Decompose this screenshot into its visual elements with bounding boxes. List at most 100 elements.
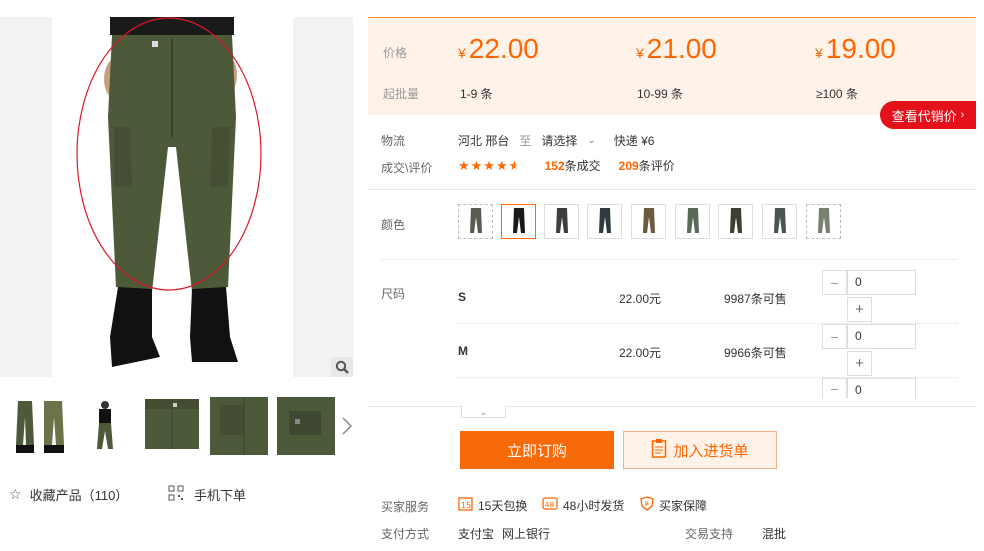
trade-support-value: 混批 [762,527,787,541]
logistics-origin: 河北 邢台 [458,134,510,148]
favorite-product-button[interactable]: ☆ 收藏产品 （110） [9,485,128,504]
calendar-icon: 15 [458,496,473,514]
chevron-right-icon: › [960,109,965,121]
service-exchange-label: 15天包换 [478,498,528,513]
rating-stars-icon: ★★★★★★ [458,157,520,173]
size-label: 尺码 [381,287,406,301]
agent-price-button[interactable]: 查看代销价 › [880,101,976,129]
chevron-right-icon[interactable] [340,414,354,438]
destination-select[interactable]: 请选择 ⌄ [541,132,595,149]
service-exchange[interactable]: 15 15天包换 [458,496,527,514]
divider [368,406,976,407]
currency-symbol: ¥ [458,45,466,61]
service-protection-label: 买家保障 [659,498,708,513]
agent-price-label: 查看代销价 [891,108,957,124]
increase-quantity-button[interactable]: + [847,297,872,322]
color-swatch-6[interactable] [675,204,710,239]
payment-alipay: 支付宝 [458,527,495,541]
color-swatch-1[interactable] [458,204,493,239]
buy-now-button[interactable]: 立即订购 [460,431,614,469]
review-suffix: 条评价 [638,159,675,173]
color-swatch-5[interactable] [631,204,666,239]
divider [368,189,976,190]
color-swatch-8[interactable] [762,204,797,239]
expand-sizes-button[interactable]: ⌄ [461,406,506,418]
currency-symbol: ¥ [815,45,823,61]
svg-text:¥: ¥ [645,500,650,508]
size-price: 22.00元 [619,346,662,360]
chevron-down-icon: ⌄ [479,406,488,417]
star-outline-icon: ☆ [9,486,22,502]
trade-support-label: 交易支持 [685,527,734,541]
decrease-quantity-button[interactable]: − [822,270,847,295]
service-48h-label: 48小时发货 [563,498,625,513]
deals-link[interactable]: 152条成交 [545,157,601,174]
service-48h[interactable]: 48 48小时发货 [542,496,624,514]
thumbnail-5[interactable] [277,397,335,455]
thumbnail-2[interactable] [76,397,134,455]
price-tier-3-value: 19.00 [825,33,896,64]
destination-value: 请选择 [541,134,578,148]
favorite-count: （110） [81,488,129,503]
decrease-quantity-button[interactable]: − [822,324,847,349]
gallery-next-preview [293,17,353,377]
deals-count: 152 [544,159,565,173]
thumbnail-1[interactable] [10,397,68,455]
price-tier-3-range: ≥100 条 [816,87,858,101]
price-tier-2-range: 10-99 条 [637,87,684,101]
color-swatch-2[interactable] [501,204,536,239]
chevron-down-icon: ⌄ [587,135,596,146]
moq-label: 起批量 [383,87,420,101]
quantity-input[interactable]: 0 [847,324,916,349]
size-name: M [458,344,468,358]
price-tier-2-value: 21.00 [646,33,717,64]
mobile-order-label: 手机下单 [194,488,247,503]
divider [381,259,957,260]
color-swatch-4[interactable] [587,204,622,239]
logistics-label: 物流 [381,134,406,148]
rating-row: ★★★★★★ 152条成交 209条评价 [458,157,675,174]
price-tier-1: ¥22.00 [458,33,539,65]
price-tier-2: ¥21.00 [636,33,717,65]
logistics-to: 至 [519,134,532,148]
price-label: 价格 [383,46,408,60]
shield-icon: ¥ [640,496,654,514]
payment-label: 支付方式 [381,527,430,541]
clipboard-icon [651,438,667,462]
add-to-cart-button[interactable]: 加入进货单 [623,431,777,469]
price-tier-1-range: 1-9 条 [460,87,493,101]
price-tier-3: ¥19.00 [815,33,896,65]
quantity-input[interactable]: 0 [847,378,916,398]
service-protection[interactable]: ¥ 买家保障 [640,496,707,514]
add-to-cart-label: 加入进货单 [673,442,749,460]
review-count: 209 [618,159,639,173]
thumbnail-3[interactable] [143,397,201,455]
cargo-pants-photo [76,17,262,367]
zoom-icon[interactable] [331,357,353,377]
buy-now-label: 立即订购 [506,442,567,460]
increase-quantity-button[interactable]: + [847,351,872,376]
reviews-link[interactable]: 209条评价 [619,157,675,174]
payment-bank: 网上银行 [502,527,551,541]
decrease-quantity-button[interactable]: − [822,378,847,398]
color-swatch-3[interactable] [544,204,579,239]
gallery-prev-preview [0,17,52,377]
svg-text:48: 48 [545,501,554,509]
mobile-order-button[interactable]: 手机下单 [168,485,246,504]
favorite-label: 收藏产品 [29,488,82,503]
size-stock: 9987条可售 [724,292,787,306]
svg-text:15: 15 [461,501,471,510]
shipping-fee: 快递 ¥6 [613,134,655,148]
deals-suffix: 条成交 [564,159,601,173]
logistics-row: 河北 邢台 至 请选择 ⌄ 快递 ¥6 [458,132,654,149]
color-swatch-9[interactable] [806,204,841,239]
buyer-services-label: 买家服务 [381,500,430,514]
color-label: 颜色 [381,218,406,232]
main-product-image[interactable] [52,17,293,377]
reviews-label: 成交\评价 [381,161,433,175]
thumbnail-4[interactable] [210,397,268,455]
currency-symbol: ¥ [636,45,644,61]
size-stock: 9966条可售 [724,346,787,360]
color-swatch-7[interactable] [718,204,753,239]
quantity-input[interactable]: 0 [847,270,916,295]
